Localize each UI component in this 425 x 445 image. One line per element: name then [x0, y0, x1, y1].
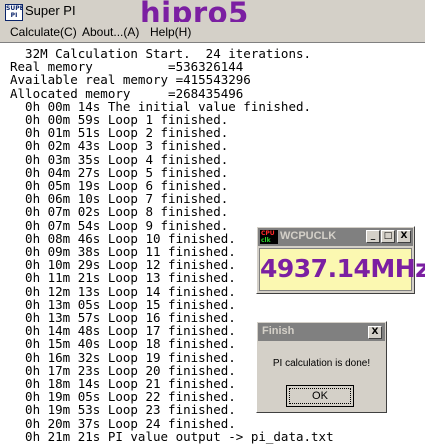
frequency-display: 4937.14MHz: [259, 248, 425, 291]
output-line: Available real memory =415543296: [10, 72, 251, 88]
output-line: 0h 20m 37s Loop 24 finished.: [10, 415, 236, 431]
output-line: 0h 02m 43s Loop 3 finished.: [10, 138, 229, 154]
finish-title: Finish: [262, 325, 295, 337]
superpi-app-icon[interactable]: SUPER PI: [5, 4, 23, 21]
close-button[interactable]: X: [397, 230, 411, 243]
finish-message: PI calculation is done!: [272, 358, 371, 369]
logo-bottom-text: clk: [261, 237, 271, 244]
menu-about[interactable]: About...(A): [82, 25, 139, 39]
wcpuclk-title: WCPUCLK: [280, 230, 337, 242]
window-title: Super PI: [25, 3, 76, 18]
logo-top-text: CPU: [261, 230, 275, 237]
finish-close-button[interactable]: X: [368, 326, 382, 339]
output-line: 0h 03m 35s Loop 4 finished.: [10, 151, 229, 167]
menu-help[interactable]: Help(H): [150, 25, 191, 39]
finish-dialog: Finish X PI calculation is done! OK: [256, 321, 387, 413]
cpu-clock-logo-icon: CPU clk: [260, 230, 278, 244]
ok-button[interactable]: OK: [286, 385, 354, 407]
menu-calculate[interactable]: Calculate(C): [10, 25, 77, 39]
title-bar[interactable]: SUPER PI Super PI hipro5: [0, 0, 425, 30]
menu-bar: Calculate(C) About...(A) Help(H): [0, 22, 425, 42]
maximize-button[interactable]: □: [381, 230, 395, 243]
minimize-button[interactable]: _: [366, 230, 380, 243]
wcpuclk-title-bar[interactable]: CPU clk WCPUCLK _ □ X: [258, 228, 413, 246]
output-line: 0h 07m 02s Loop 8 finished.: [10, 204, 229, 220]
cpu-frequency: 4937.14MHz: [260, 254, 425, 283]
wcpuclk-window: CPU clk WCPUCLK _ □ X 4937.14MHz: [256, 226, 425, 294]
finish-title-bar[interactable]: Finish X: [258, 323, 385, 341]
output-line: Allocated memory =268435496: [10, 85, 244, 101]
output-line: 0h 21m 21s PI value output -> pi_data.tx…: [10, 428, 334, 444]
